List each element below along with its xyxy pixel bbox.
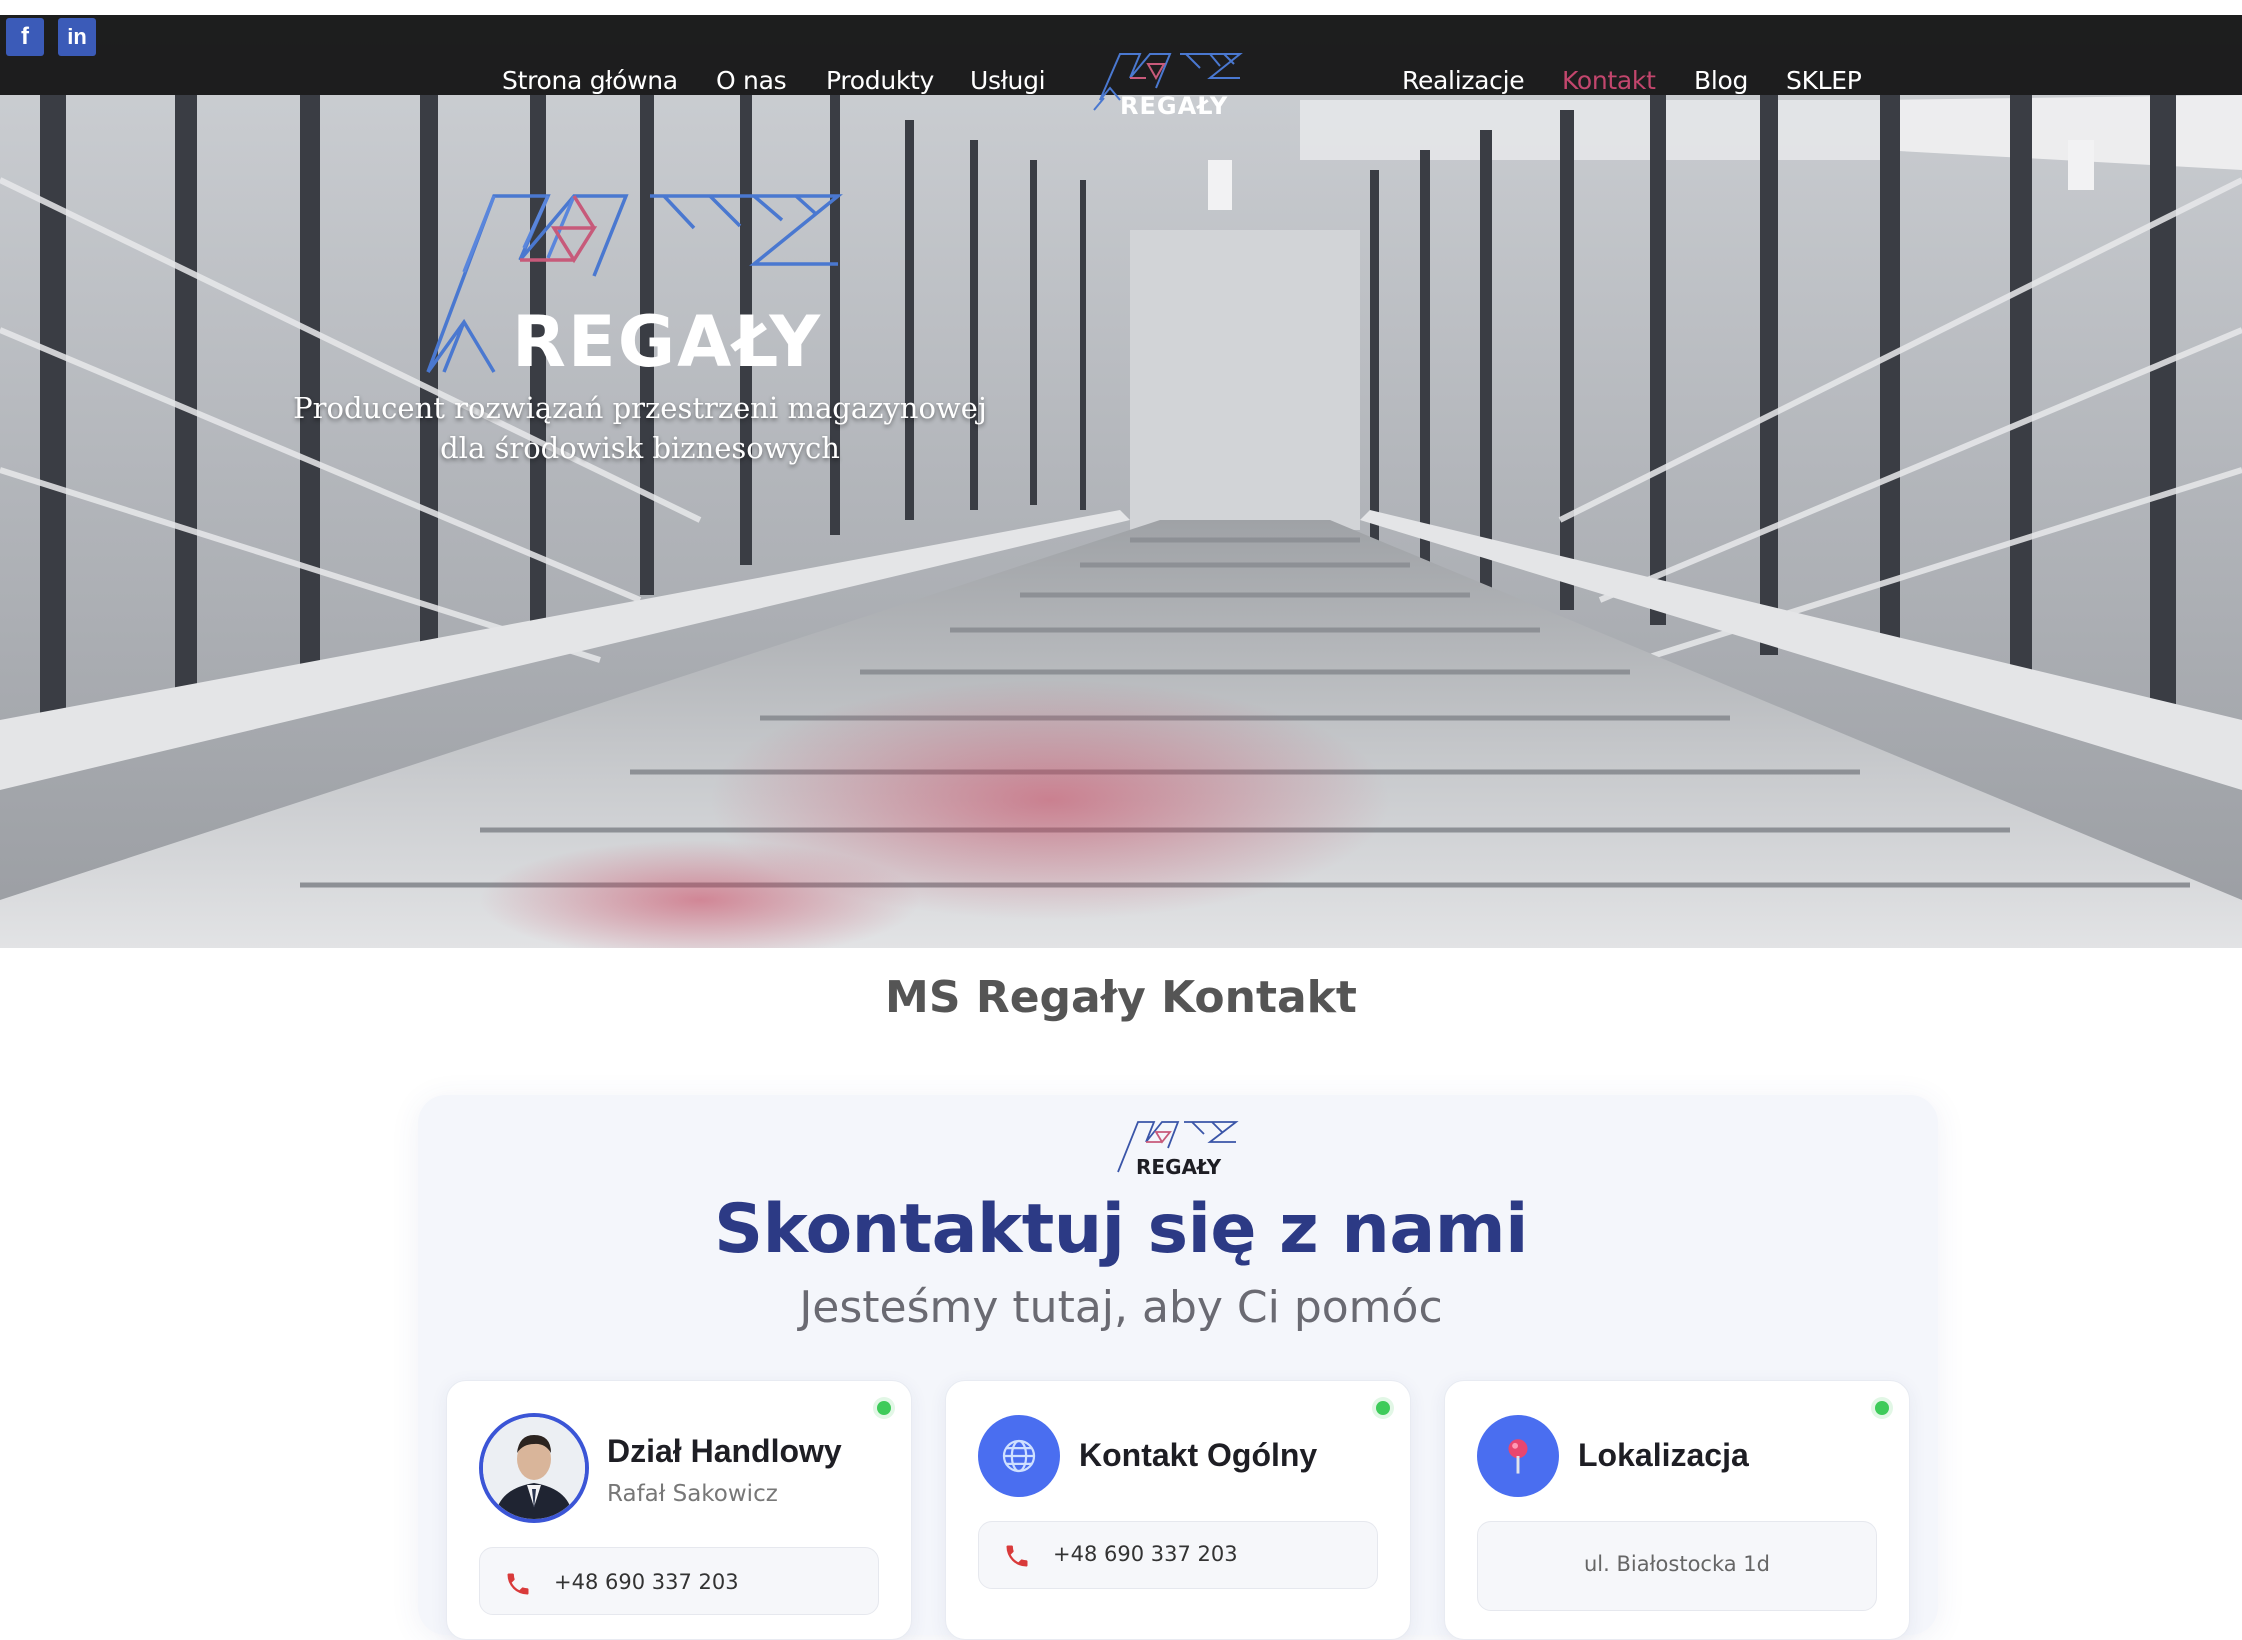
avatar — [479, 1413, 589, 1523]
top-white-strip — [0, 0, 2242, 15]
sales-phone-number: +48 690 337 203 — [554, 1570, 739, 1594]
globe-icon — [978, 1415, 1060, 1497]
address-text: ul. Białostocka 1d — [1583, 1552, 1771, 1576]
linkedin-icon[interactable]: in — [58, 18, 96, 56]
sales-department-title: Dział Handlowy — [607, 1433, 842, 1469]
online-status-dot — [1875, 1401, 1889, 1415]
nav-blog[interactable]: Blog — [1694, 66, 1748, 95]
hero-logo-text: REGAŁY — [512, 301, 822, 378]
nav-uslugi[interactable]: Usługi — [970, 66, 1046, 95]
contact-subheading: Jesteśmy tutaj, aby Ci pomóc — [799, 1282, 1443, 1333]
address-field: ul. Białostocka 1d — [1477, 1521, 1877, 1611]
phone-icon — [1006, 1545, 1028, 1567]
general-contact-title: Kontakt Ogólny — [1079, 1437, 1318, 1473]
sales-department-card: Dział Handlowy Rafał Sakowicz +48 690 33… — [446, 1380, 912, 1640]
hero-tagline-line-1: Producent rozwiązań przestrzeni magazyno… — [293, 391, 987, 425]
hero-tagline-line-2: dla środowisk biznesowych — [440, 431, 840, 465]
hero-tagline: Producent rozwiązań przestrzeni magazyno… — [280, 388, 1000, 468]
sales-contact-name: Rafał Sakowicz — [607, 1481, 778, 1507]
nav-sklep[interactable]: SKLEP — [1786, 66, 1862, 95]
nav-produkty[interactable]: Produkty — [826, 66, 934, 95]
nav-o-nas[interactable]: O nas — [716, 66, 787, 95]
general-contact-card: Kontakt Ogólny +48 690 337 203 — [945, 1380, 1411, 1640]
online-status-dot — [1376, 1401, 1390, 1415]
card-logo-text: REGAŁY — [1136, 1155, 1222, 1178]
nav-kontakt[interactable]: Kontakt — [1562, 66, 1656, 95]
nav-logo-text: REGAŁY — [1120, 92, 1228, 120]
ms-regaly-card-logo: REGAŁY — [1117, 1121, 1239, 1178]
hero-banner: f in Strona główna O nas Produkty Usługi… — [0, 0, 2242, 948]
page-title: MS Regały Kontakt — [885, 972, 1357, 1023]
map-pin-icon — [1477, 1415, 1559, 1497]
location-title: Lokalizacja — [1578, 1437, 1749, 1473]
facebook-icon[interactable]: f — [6, 18, 44, 56]
ms-regaly-hero-logo: REGAŁY — [426, 194, 843, 378]
location-card: Lokalizacja ul. Białostocka 1d — [1444, 1380, 1910, 1640]
contact-heading: Skontaktuj się z nami — [714, 1190, 1528, 1269]
person-photo-icon — [483, 1417, 585, 1519]
online-status-dot — [877, 1401, 891, 1415]
general-phone-field[interactable]: +48 690 337 203 — [978, 1521, 1378, 1589]
general-phone-number: +48 690 337 203 — [1053, 1542, 1238, 1566]
warehouse-background-image — [0, 0, 2242, 948]
sales-phone-field[interactable]: +48 690 337 203 — [479, 1547, 879, 1615]
nav-strona-glowna[interactable]: Strona główna — [502, 66, 678, 95]
nav-realizacje[interactable]: Realizacje — [1402, 66, 1525, 95]
ms-regaly-nav-logo[interactable]: REGAŁY — [1090, 48, 1250, 120]
